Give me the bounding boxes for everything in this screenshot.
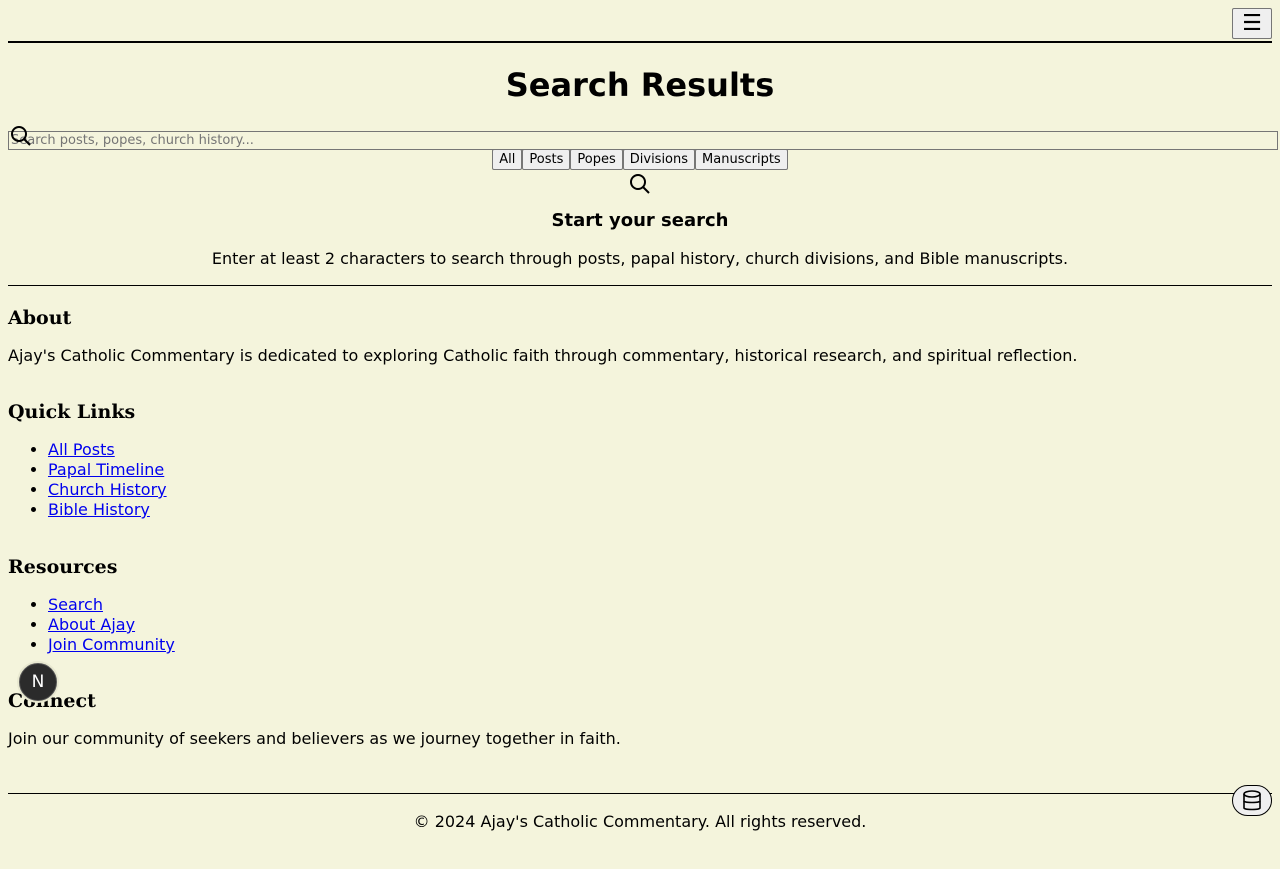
resources-list: Search About Ajay Join Community bbox=[8, 595, 1272, 655]
page-title: Search Results bbox=[505, 66, 775, 104]
list-item: Join Community bbox=[48, 635, 1272, 655]
search-input[interactable] bbox=[8, 131, 1278, 150]
filter-all-button[interactable]: All bbox=[492, 149, 523, 170]
quick-links-list: All Posts Papal Timeline Church History … bbox=[8, 440, 1272, 520]
badge-letter: N bbox=[31, 672, 45, 692]
link-join-community[interactable]: Join Community bbox=[48, 635, 175, 654]
footer-divider bbox=[8, 285, 1272, 286]
list-item: Church History bbox=[48, 480, 1272, 500]
filter-divisions-button[interactable]: Divisions bbox=[622, 149, 696, 170]
database-button[interactable] bbox=[1232, 785, 1272, 816]
list-item: All Posts bbox=[48, 440, 1272, 460]
link-papal-timeline[interactable]: Papal Timeline bbox=[48, 460, 164, 479]
footer-about: About Ajay's Catholic Commentary is dedi… bbox=[8, 306, 1272, 366]
page: ☰ Search Results AllPostsPopesDivisionsM… bbox=[0, 0, 1280, 832]
search-bar bbox=[8, 126, 1278, 150]
empty-state-heading: Start your search bbox=[551, 210, 729, 231]
empty-state-message: Enter at least 2 characters to search th… bbox=[211, 249, 1069, 268]
connect-heading: Connect bbox=[8, 690, 96, 712]
menu-button[interactable]: ☰ bbox=[1232, 8, 1272, 39]
list-item: Papal Timeline bbox=[48, 460, 1272, 480]
list-item: Bible History bbox=[48, 500, 1272, 520]
menu-icon: ☰ bbox=[1242, 10, 1262, 36]
connect-text: Join our community of seekers and believ… bbox=[8, 729, 621, 748]
about-heading: About bbox=[8, 307, 72, 329]
list-item: About Ajay bbox=[48, 615, 1272, 635]
resources-heading: Resources bbox=[8, 556, 118, 578]
list-item: Search bbox=[48, 595, 1272, 615]
link-search[interactable]: Search bbox=[48, 595, 103, 614]
footer-resources: Resources Search About Ajay Join Communi… bbox=[8, 555, 1272, 655]
dev-tools-badge[interactable]: N bbox=[19, 663, 57, 701]
empty-state-search-icon bbox=[8, 173, 1272, 195]
link-about-ajay[interactable]: About Ajay bbox=[48, 615, 135, 634]
link-church-history[interactable]: Church History bbox=[48, 480, 167, 499]
filter-popes-button[interactable]: Popes bbox=[570, 149, 623, 170]
copyright-text: © 2024 Ajay's Catholic Commentary. All r… bbox=[413, 812, 867, 831]
link-bible-history[interactable]: Bible History bbox=[48, 500, 150, 519]
filter-tabs: All Posts Popes Divisions Manuscripts bbox=[8, 149, 1272, 170]
filter-manuscripts-button[interactable]: Manuscripts bbox=[695, 149, 788, 170]
footer-quick-links: Quick Links All Posts Papal Timeline Chu… bbox=[8, 400, 1272, 520]
filter-posts-button[interactable]: Posts bbox=[522, 149, 571, 170]
quick-links-heading: Quick Links bbox=[8, 401, 136, 423]
top-bar: ☰ bbox=[8, 0, 1272, 43]
about-text: Ajay's Catholic Commentary is dedicated … bbox=[8, 346, 1078, 365]
link-all-posts[interactable]: All Posts bbox=[48, 440, 115, 459]
copyright-divider bbox=[8, 793, 1272, 794]
database-icon bbox=[1242, 790, 1262, 816]
search-icon bbox=[10, 125, 32, 151]
footer-connect: Connect Join our community of seekers an… bbox=[8, 689, 1272, 749]
